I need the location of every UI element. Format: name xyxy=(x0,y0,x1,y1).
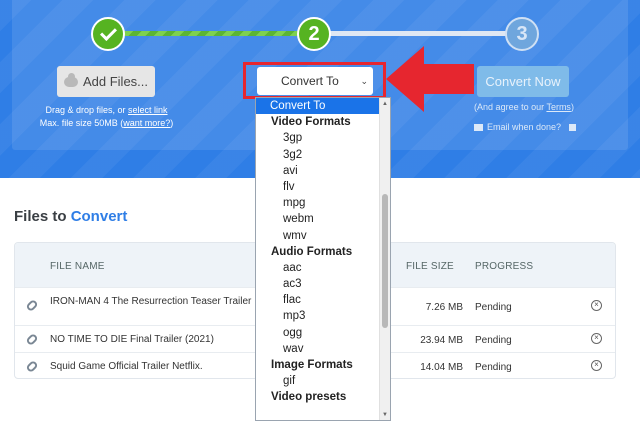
scroll-down-icon[interactable]: ▼ xyxy=(382,412,388,418)
dropdown-option[interactable]: ogg xyxy=(256,325,390,341)
convert-to-dropdown-list[interactable]: Convert To Video Formats 3gp 3g2 avi flv… xyxy=(255,97,391,421)
envelope-icon xyxy=(474,123,483,131)
file-name: NO TIME TO DIE Final Trailer (2021) xyxy=(50,334,214,345)
add-files-label: Add Files... xyxy=(82,74,149,89)
drag-prefix: Drag & drop files, or xyxy=(45,105,129,115)
dropdown-group-presets: Video presets xyxy=(271,391,347,404)
file-progress: Pending xyxy=(475,335,512,346)
file-size: 14.04 MB xyxy=(420,362,463,373)
file-size: 23.94 MB xyxy=(420,335,463,346)
want-more-link[interactable]: want more? xyxy=(123,118,170,128)
chevron-down-icon: ⌄ xyxy=(360,76,368,86)
agree-suffix: ) xyxy=(570,102,574,112)
dropdown-option[interactable]: mp3 xyxy=(256,308,390,324)
files-section-title: Files to Convert xyxy=(14,208,127,225)
file-size: 7.26 MB xyxy=(425,302,463,313)
dropdown-scrollbar[interactable]: ▲ ▼ xyxy=(379,98,390,420)
red-arrow-annotation xyxy=(386,46,474,112)
convert-to-select[interactable]: Convert To ⌄ xyxy=(257,67,373,95)
email-when-done[interactable]: Email when done? xyxy=(474,122,577,132)
file-progress: Pending xyxy=(475,302,512,313)
dropdown-option[interactable]: aac xyxy=(256,260,390,276)
dropdown-option[interactable]: 3gp xyxy=(256,130,390,146)
paperclip-icon xyxy=(25,298,39,313)
remove-file-icon[interactable]: × xyxy=(591,300,602,311)
drag-drop-hint: Drag & drop files, or select link Max. f… xyxy=(20,104,193,130)
dropdown-option[interactable]: mpg xyxy=(256,195,390,211)
remove-file-icon[interactable]: × xyxy=(591,333,602,344)
dropdown-option-selected[interactable]: Convert To xyxy=(256,98,390,115)
column-file-size: FILE SIZE xyxy=(406,261,454,272)
step-1-indicator xyxy=(91,17,125,51)
checkmark-icon xyxy=(99,24,117,41)
terms-link[interactable]: Terms xyxy=(546,102,571,112)
dropdown-option[interactable]: ac3 xyxy=(256,276,390,292)
files-title-accent: Convert xyxy=(70,208,128,225)
convert-now-button[interactable]: Convert Now xyxy=(477,66,569,97)
agree-prefix: (And agree to our xyxy=(474,102,547,112)
terms-notice: (And agree to our Terms) xyxy=(466,102,582,112)
file-progress: Pending xyxy=(475,362,512,373)
dropdown-option[interactable]: webm xyxy=(256,211,390,227)
column-progress: PROGRESS xyxy=(475,261,534,272)
scroll-up-icon[interactable]: ▲ xyxy=(382,101,388,107)
dropdown-option[interactable]: 3g2 xyxy=(256,147,390,163)
dropdown-option[interactable]: avi xyxy=(256,163,390,179)
dropdown-group-audio: Audio Formats xyxy=(271,245,353,258)
select-link[interactable]: select link xyxy=(128,105,168,115)
step-progress-complete xyxy=(108,31,314,36)
max-size-suffix: ) xyxy=(170,118,174,128)
paperclip-icon xyxy=(25,332,39,347)
file-name: IRON-MAN 4 The Resurrection Teaser Trail… xyxy=(50,296,252,307)
dropdown-option[interactable]: wmv xyxy=(256,228,390,244)
dropdown-option[interactable]: wav xyxy=(256,341,390,357)
scrollbar-thumb[interactable] xyxy=(382,194,388,328)
dropdown-group-image: Image Formats xyxy=(271,359,353,371)
file-name: Squid Game Official Trailer Netflix. xyxy=(50,361,203,372)
dropdown-option[interactable]: flv xyxy=(256,179,390,195)
step-2-indicator: 2 xyxy=(297,17,331,51)
step-3-indicator: 3 xyxy=(505,17,539,51)
files-title-prefix: Files to xyxy=(14,208,71,225)
cloud-upload-icon xyxy=(63,72,78,87)
dropdown-option[interactable]: gif xyxy=(256,373,390,389)
add-files-button[interactable]: Add Files... xyxy=(57,66,155,97)
paperclip-icon xyxy=(25,359,39,374)
dropdown-option[interactable]: flac xyxy=(256,292,390,308)
dropdown-group-video: Video Formats xyxy=(271,116,351,129)
email-checkbox[interactable] xyxy=(569,123,577,131)
column-file-name: FILE NAME xyxy=(50,261,105,272)
max-size-prefix: Max. file size 50MB ( xyxy=(39,118,124,128)
step-progress-pending xyxy=(314,31,522,36)
remove-file-icon[interactable]: × xyxy=(591,360,602,371)
convert-to-value: Convert To xyxy=(281,74,339,88)
email-when-done-label: Email when done? xyxy=(487,122,562,132)
